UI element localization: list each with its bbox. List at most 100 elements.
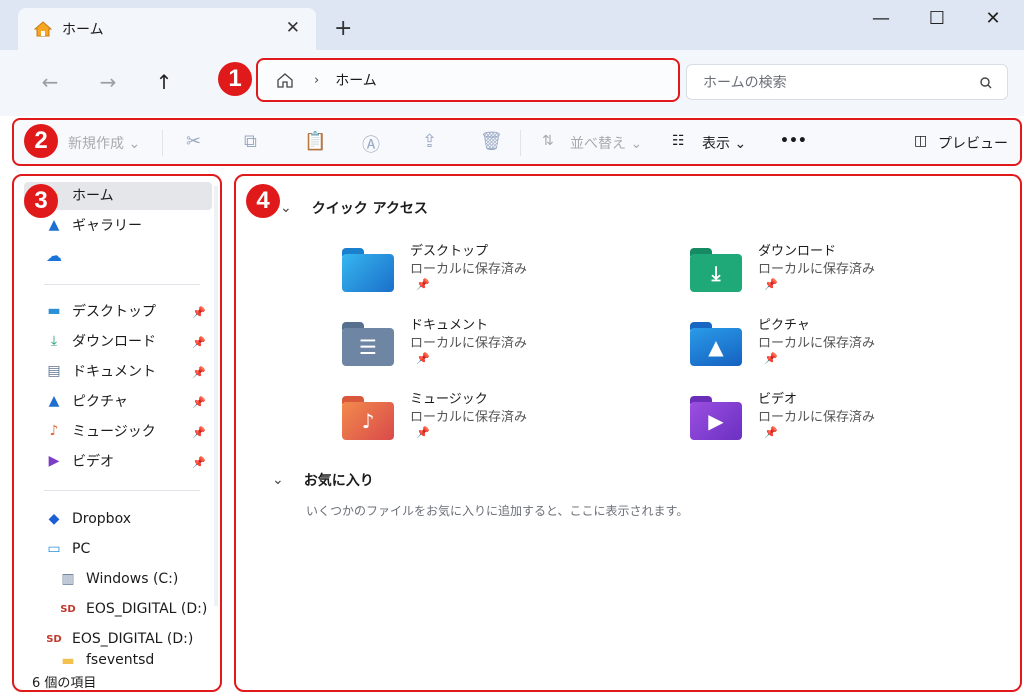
toolbar-divider xyxy=(162,130,163,156)
pin-icon[interactable]: 📌 xyxy=(192,426,206,439)
breadcrumb-home[interactable]: ホーム xyxy=(335,70,377,90)
quick-access-documents[interactable]: ☰ ドキュメント ローカルに保存済み 📌 xyxy=(342,314,602,374)
favorites-title: お気に入り xyxy=(303,473,374,489)
rename-icon[interactable]: Ⓐ xyxy=(362,131,380,157)
tab-title: ホーム xyxy=(62,22,104,38)
drive-icon: ▥ xyxy=(61,571,75,587)
desktop-folder-icon xyxy=(342,248,394,292)
item-name: ドキュメント xyxy=(410,318,489,333)
sidebar-item-label: PC xyxy=(72,541,91,557)
favorites-empty-message: いくつかのファイルをお気に入りに追加すると、ここに表示されます。 xyxy=(306,504,689,518)
new-button[interactable]: 新規作成 ⌄ xyxy=(68,133,140,153)
item-status: ローカルに保存済み xyxy=(410,336,528,351)
quick-access-desktop[interactable]: デスクトップ ローカルに保存済み 📌 xyxy=(342,240,602,300)
sidebar-item-downloads[interactable]: ⤓ ダウンロード xyxy=(44,328,156,354)
up-button[interactable]: ↑ xyxy=(152,70,176,94)
quick-access-music[interactable]: ♪ ミュージック ローカルに保存済み 📌 xyxy=(342,388,602,448)
sidebar-item-pictures[interactable]: ▲ ピクチャ xyxy=(44,388,128,414)
pin-icon[interactable]: 📌 xyxy=(192,306,206,319)
sidebar-item-label: ホーム xyxy=(72,188,114,204)
sidebar-item-drive-c[interactable]: ▥ Windows (C:) xyxy=(58,566,178,592)
pin-icon: 📌 xyxy=(764,278,778,291)
new-tab-button[interactable]: + xyxy=(334,16,352,41)
address-bar[interactable]: › ホーム xyxy=(256,58,680,102)
sidebar-item-label: ドキュメント xyxy=(72,364,156,380)
pin-icon[interactable]: 📌 xyxy=(192,336,206,349)
chevron-down-icon[interactable]: ⌄ xyxy=(272,472,284,488)
share-icon[interactable]: ⇪ xyxy=(422,131,437,152)
search-input[interactable]: ホームの検索 xyxy=(686,64,1008,100)
pictures-icon: ▲ xyxy=(48,393,60,409)
command-toolbar: 新規作成 ⌄ ✂ ⧉ 📋 Ⓐ ⇪ 🗑 ⇅ 並べ替え ⌄ ☷ 表示 ⌄ ••• ◫… xyxy=(12,118,1022,166)
item-name: ダウンロード xyxy=(758,244,837,259)
video-icon: ▶ xyxy=(48,453,60,469)
more-button[interactable]: ••• xyxy=(780,133,807,149)
pictures-folder-icon: ▲ xyxy=(690,322,742,366)
view-icon[interactable]: ☷ xyxy=(672,133,685,149)
quick-access-videos[interactable]: ▶ ビデオ ローカルに保存済み 📌 xyxy=(690,388,950,448)
sidebar-scrollbar[interactable] xyxy=(214,186,218,606)
quick-access-pictures[interactable]: ▲ ピクチャ ローカルに保存済み 📌 xyxy=(690,314,950,374)
music-icon: ♪ xyxy=(49,423,59,439)
item-status: ローカルに保存済み xyxy=(758,410,876,425)
cut-icon[interactable]: ✂ xyxy=(186,131,201,152)
sidebar-item-label: fseventsd xyxy=(86,652,155,666)
paste-icon[interactable]: 📋 xyxy=(304,131,326,152)
sidebar-item-desktop[interactable]: ▬ デスクトップ xyxy=(44,298,156,324)
sidebar-item-gallery[interactable]: ▲ ギャラリー xyxy=(44,212,142,238)
sidebar-item-label: ギャラリー xyxy=(72,218,142,234)
sidebar-item-fseventsd[interactable]: ▬ fseventsd xyxy=(58,652,154,666)
favorites-header[interactable]: ⌄ お気に入り xyxy=(272,470,374,490)
quick-access-header[interactable]: ⌄ クイック アクセス xyxy=(280,198,428,218)
chevron-down-icon[interactable]: ⌄ xyxy=(280,200,292,216)
sidebar-item-label: ミュージック xyxy=(72,424,156,440)
download-icon: ⤓ xyxy=(50,333,58,349)
sidebar-item-music[interactable]: ♪ ミュージック xyxy=(44,418,156,444)
forward-button[interactable]: → xyxy=(96,70,120,94)
sidebar-item-pc[interactable]: ▭ PC xyxy=(44,536,90,562)
toolbar-divider xyxy=(520,130,521,156)
sidebar-divider xyxy=(44,490,200,491)
preview-icon[interactable]: ◫ xyxy=(914,133,927,149)
sidebar-item-onedrive[interactable]: ☁ xyxy=(44,242,72,268)
search-icon[interactable] xyxy=(979,76,993,90)
close-window-button[interactable]: ✕ xyxy=(978,8,1008,29)
back-button[interactable]: ← xyxy=(38,70,62,94)
pin-icon[interactable]: 📌 xyxy=(192,396,206,409)
sort-icon[interactable]: ⇅ xyxy=(542,133,554,149)
pin-icon: 📌 xyxy=(764,352,778,365)
sd-card-icon: SD xyxy=(60,603,76,615)
tab-home[interactable]: ホーム ✕ xyxy=(18,8,316,50)
breadcrumb-separator[interactable]: › xyxy=(314,73,319,88)
title-bar: ホーム ✕ + — ☐ ✕ xyxy=(0,0,1024,50)
preview-button[interactable]: プレビュー xyxy=(938,133,1008,153)
item-status: ローカルに保存済み xyxy=(410,262,528,277)
pin-icon[interactable]: 📌 xyxy=(192,366,206,379)
sidebar-item-drive-d-root[interactable]: SD EOS_DIGITAL (D:) xyxy=(44,626,193,652)
home-outline-icon[interactable] xyxy=(276,72,294,88)
sidebar-item-label: ビデオ xyxy=(72,454,114,470)
pin-icon[interactable]: 📌 xyxy=(192,456,206,469)
sidebar-item-videos[interactable]: ▶ ビデオ xyxy=(44,448,114,474)
pin-icon: 📌 xyxy=(416,352,430,365)
sidebar-item-documents[interactable]: ▤ ドキュメント xyxy=(44,358,156,384)
minimize-button[interactable]: — xyxy=(866,8,896,29)
item-name: ミュージック xyxy=(410,392,488,407)
sidebar-item-drive-d[interactable]: SD EOS_DIGITAL (D:) xyxy=(58,596,207,622)
maximize-button[interactable]: ☐ xyxy=(922,8,952,29)
quick-access-downloads[interactable]: ⤓ ダウンロード ローカルに保存済み 📌 xyxy=(690,240,950,300)
sd-card-icon: SD xyxy=(46,633,62,645)
sidebar-divider xyxy=(44,284,200,285)
copy-icon[interactable]: ⧉ xyxy=(244,131,257,152)
sidebar-item-dropbox[interactable]: ◆ Dropbox xyxy=(44,506,131,532)
item-name: デスクトップ xyxy=(410,244,489,259)
item-status: ローカルに保存済み xyxy=(758,336,876,351)
sidebar-item-label: EOS_DIGITAL (D:) xyxy=(72,631,194,647)
marker-4: 4 xyxy=(246,184,280,218)
gallery-icon: ▲ xyxy=(48,217,60,233)
delete-icon[interactable]: 🗑 xyxy=(480,131,503,152)
tab-close-button[interactable]: ✕ xyxy=(286,18,300,38)
sidebar-item-label: EOS_DIGITAL (D:) xyxy=(86,601,208,617)
sort-button[interactable]: 並べ替え ⌄ xyxy=(570,133,642,153)
view-button[interactable]: 表示 ⌄ xyxy=(702,133,746,153)
